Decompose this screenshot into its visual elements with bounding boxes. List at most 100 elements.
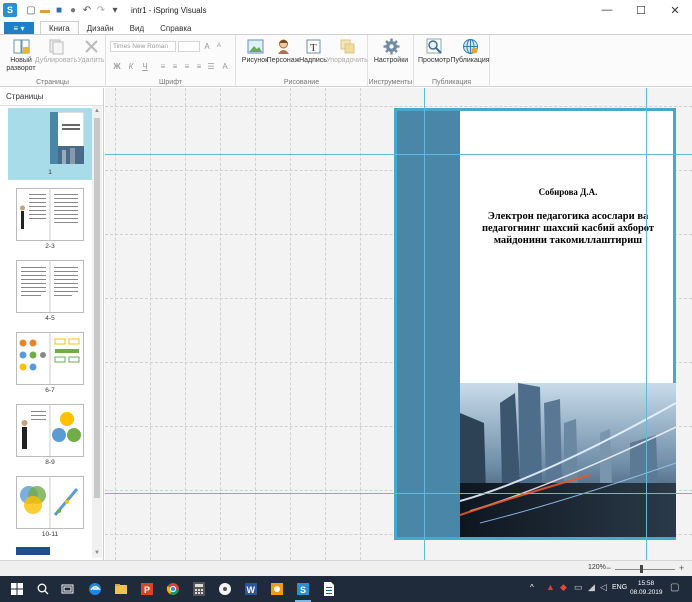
windows-taskbar: P W S ^ ▲ ◆ ▭ ◢ ◁ ENG 15:58 08.09.2019 ▢ [0, 576, 692, 602]
cover-city-photo[interactable] [460, 383, 676, 537]
search-icon[interactable] [34, 580, 52, 598]
delete-button[interactable]: Удалить [78, 38, 104, 65]
preview-button[interactable]: Просмотр [418, 38, 450, 65]
windows-start-icon[interactable] [8, 580, 26, 598]
tray-language[interactable]: ENG [612, 584, 627, 591]
save-icon[interactable]: ■ [53, 4, 65, 16]
zoom-slider[interactable] [615, 569, 675, 570]
tray-antivirus-icon[interactable]: ◆ [560, 582, 567, 593]
zoom-in-button[interactable]: + [679, 563, 684, 573]
tray-volume-icon[interactable]: ◁ [600, 582, 607, 593]
close-button[interactable]: ✕ [658, 0, 692, 20]
align-center-icon[interactable]: ≡ [170, 61, 180, 71]
tray-clock[interactable]: 15:58 08.09.2019 [630, 579, 663, 597]
character-button[interactable]: Персонаж [267, 38, 299, 65]
thumbnail-label: 2-3 [45, 243, 55, 250]
scrollbar-thumb[interactable] [94, 118, 100, 498]
font-size-select[interactable] [178, 41, 200, 52]
bullets-icon[interactable]: ☰ [206, 61, 216, 71]
font-shrink-icon[interactable]: A [214, 41, 224, 51]
title-bar: S ▢ ▬ ■ ● ↶ ↷ ▾ intr1 - iSpring Visuals … [0, 0, 692, 20]
minimize-button[interactable]: — [590, 0, 624, 20]
page-thumbnail-1[interactable]: 1 [8, 108, 92, 180]
redo-icon[interactable]: ↷ [95, 4, 107, 16]
font-color-icon[interactable]: A [220, 61, 230, 71]
ispring-presenter-icon[interactable] [268, 580, 286, 598]
align-right-icon[interactable]: ≡ [182, 61, 192, 71]
new-spread-button[interactable]: Новый разворот [6, 38, 36, 73]
duplicate-button[interactable]: Дублировать [35, 38, 77, 65]
guide-line[interactable] [424, 88, 425, 560]
customize-qa-icon[interactable]: ▾ [109, 4, 121, 16]
font-name-select[interactable]: Times New Roman [110, 41, 176, 52]
page-thumbnail-10-11[interactable]: 10-11 [8, 472, 92, 540]
globe-icon [462, 38, 479, 55]
media-player-icon[interactable] [216, 580, 234, 598]
task-view-icon[interactable] [58, 580, 76, 598]
maximize-button[interactable]: ☐ [624, 0, 658, 20]
ispring-app-icon[interactable]: S [3, 3, 17, 17]
guide-line[interactable] [105, 493, 692, 494]
cover-title[interactable]: Электрон педагогика асослари ва педагогн… [463, 211, 673, 247]
picture-button[interactable]: Рисунок [242, 38, 268, 65]
zoom-slider-knob[interactable] [640, 565, 643, 573]
status-bar: 120% − + [0, 560, 692, 576]
drawing-group-label: Рисование [283, 79, 320, 86]
editing-canvas[interactable]: Собирова Д.А. Электрон педагогика асосла… [105, 88, 692, 560]
tab-design[interactable]: Дизайн [79, 21, 122, 35]
page-thumbnail-4-5[interactable]: 4-5 [8, 256, 92, 324]
powerpoint-icon[interactable]: P [138, 580, 156, 598]
file-explorer-icon[interactable] [112, 580, 130, 598]
chrome-icon[interactable] [164, 580, 182, 598]
cover-author[interactable]: Собирова Д.А. [463, 187, 673, 197]
word-icon[interactable]: W [242, 580, 260, 598]
document-icon[interactable] [320, 580, 338, 598]
edge-browser-icon[interactable] [86, 580, 104, 598]
textbox-button[interactable]: T Надпись [299, 38, 327, 65]
tray-warning-icon[interactable]: ▲ [546, 582, 555, 592]
arrange-button[interactable]: Упорядочить [326, 38, 368, 65]
zoom-level[interactable]: 120% [588, 564, 606, 571]
cover-page[interactable]: Собирова Д.А. Электрон педагогика асосла… [394, 108, 676, 540]
page-thumbnail-6-7[interactable]: 6-7 [8, 328, 92, 396]
gear-icon [383, 38, 400, 55]
undo-icon[interactable]: ↶ [81, 4, 93, 16]
tab-book[interactable]: Книга [40, 21, 79, 35]
textbox-icon: T [305, 38, 322, 55]
tray-up-arrow-icon[interactable]: ^ [530, 583, 534, 592]
italic-icon[interactable]: К [126, 61, 136, 71]
tab-help[interactable]: Справка [152, 21, 199, 35]
bold-icon[interactable]: Ж [112, 61, 122, 71]
page-thumbnail-2-3[interactable]: 2-3 [8, 184, 92, 252]
publish-button[interactable]: Публикация [450, 38, 490, 65]
pages-group: Новый разворот Дублировать Удалить Стран… [0, 35, 106, 87]
record-icon[interactable]: ● [67, 4, 79, 16]
notification-center-icon[interactable]: ▢ [670, 582, 679, 593]
scroll-up-arrow-icon[interactable]: ▲ [92, 106, 102, 116]
preview-magnifier-icon [426, 38, 443, 55]
guide-line[interactable] [105, 154, 692, 155]
zoom-out-button[interactable]: − [606, 563, 611, 573]
pages-scrollbar[interactable]: ▲ ▼ [92, 106, 102, 558]
character-icon [275, 38, 292, 55]
scroll-down-arrow-icon[interactable]: ▼ [92, 548, 102, 558]
align-left-icon[interactable]: ≡ [158, 61, 168, 71]
open-folder-icon[interactable]: ▬ [39, 4, 51, 16]
align-justify-icon[interactable]: ≡ [194, 61, 204, 71]
new-file-icon[interactable]: ▢ [25, 4, 37, 16]
thumbnail-image [49, 111, 85, 165]
arrange-icon [339, 38, 356, 55]
tray-signal-icon[interactable]: ◢ [588, 582, 595, 593]
svg-text:P: P [144, 585, 150, 595]
ispring-visuals-taskbar-icon[interactable]: S [294, 580, 312, 602]
settings-button[interactable]: Настройки [374, 38, 408, 65]
underline-icon[interactable]: Ч [140, 61, 150, 71]
drawing-group: Рисунок Персонаж T Надпись Упорядочить Р… [236, 35, 368, 87]
calculator-icon[interactable] [190, 580, 208, 598]
font-grow-icon[interactable]: A [202, 41, 212, 51]
tray-time: 15:58 [637, 580, 655, 587]
tab-view[interactable]: Вид [122, 21, 152, 35]
page-thumbnail-8-9[interactable]: 8-9 [8, 400, 92, 468]
guide-line[interactable] [646, 88, 647, 560]
tray-network-icon[interactable]: ▭ [574, 582, 583, 593]
